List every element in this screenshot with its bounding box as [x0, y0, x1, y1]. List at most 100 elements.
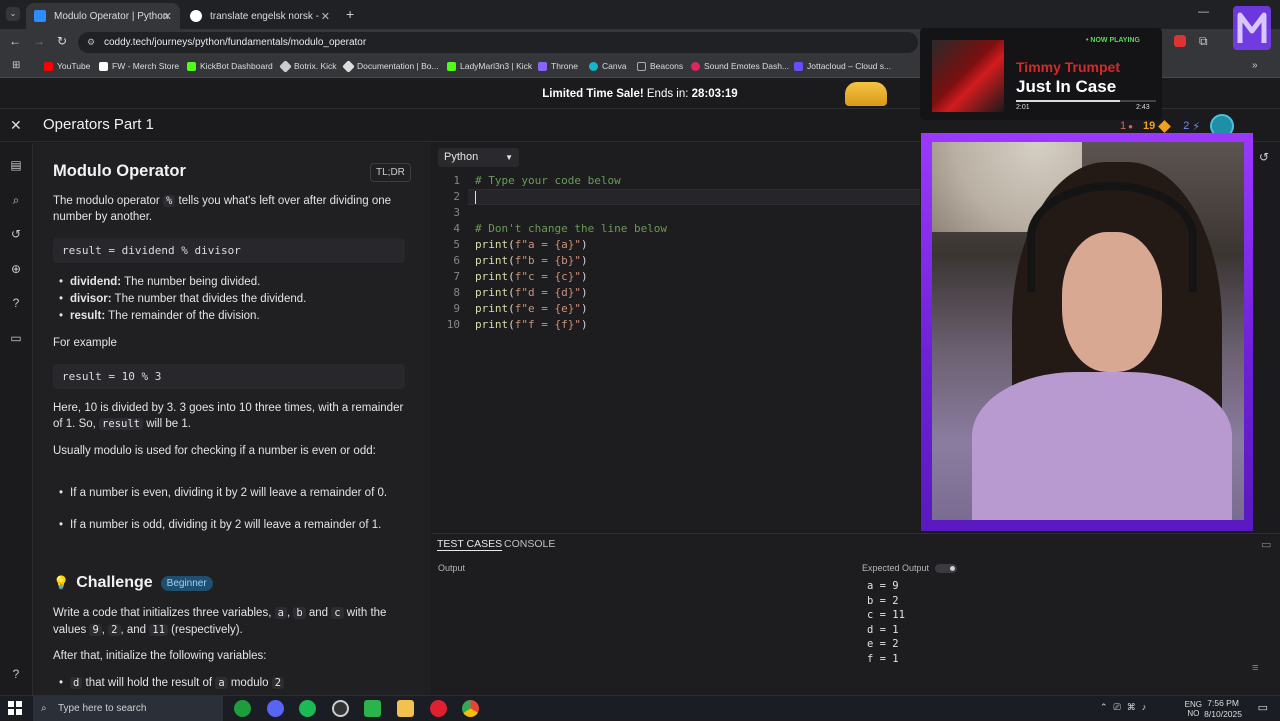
bookmark-kick[interactable]: LadyMarl3n3 | Kick — [447, 61, 532, 71]
help-circle-icon[interactable]: ? — [9, 667, 23, 681]
feedback-icon[interactable]: ▭ — [9, 331, 23, 345]
course-title: Operators Part 1 — [43, 116, 154, 133]
more-bookmarks-icon[interactable]: » — [1252, 60, 1258, 71]
mascot-icon — [845, 82, 887, 106]
site-info-icon[interactable]: ⚙ — [87, 32, 95, 53]
rule-odd: If a number is odd, dividing it by 2 wil… — [59, 518, 410, 534]
tab-list-chevron-icon[interactable]: ⌄ — [6, 7, 20, 21]
tab-test-cases[interactable]: TEST CASES — [437, 538, 502, 550]
xbox-app-icon[interactable] — [234, 700, 251, 717]
bookmark-youtube[interactable]: YouTube — [44, 61, 90, 71]
tab-translate[interactable]: translate engelsk norsk - Googl ✕ — [182, 3, 338, 29]
tab-console[interactable]: CONSOLE — [504, 538, 555, 550]
media-app-icon[interactable] — [364, 700, 381, 717]
total-time: 2:43 — [1136, 104, 1150, 111]
tldr-button[interactable]: TL;DR — [370, 163, 411, 182]
line-number: 10 — [446, 318, 460, 331]
coddy-favicon-icon — [34, 10, 46, 22]
kick-icon — [447, 61, 456, 71]
zoom-icon[interactable]: ⊕ — [9, 262, 23, 276]
url-field[interactable]: ⚙ coddy.tech/journeys/python/fundamental… — [78, 32, 918, 53]
line-content: print(f"f = {f}") — [475, 318, 588, 331]
song-progress-bar — [1016, 100, 1156, 102]
windows-start-icon[interactable] — [8, 701, 22, 715]
bookmark-botrix[interactable]: Botrix. Kick — [279, 59, 337, 73]
file-explorer-icon[interactable] — [397, 700, 414, 717]
expected-line: c = 11 — [867, 609, 905, 622]
apps-grid-icon[interactable]: ⊞ — [12, 60, 20, 71]
search-doc-icon[interactable]: ⌕ — [9, 193, 23, 207]
challenge-heading: 💡 Challenge Beginner — [53, 574, 213, 592]
extensions-puzzle-icon[interactable]: ⧉ — [1199, 34, 1208, 49]
line-number: 7 — [453, 270, 460, 283]
expected-line: a = 9 — [867, 580, 899, 592]
bookmark-sound-emotes[interactable]: Sound Emotes Dash... — [691, 61, 789, 71]
discord-app-icon[interactable] — [267, 700, 284, 717]
language-select[interactable]: Python ▼ — [438, 148, 519, 167]
panel-layout-icon[interactable]: ▭ — [1261, 538, 1271, 551]
line-number: 4 — [453, 222, 460, 235]
reset-code-icon[interactable]: ↺ — [1259, 150, 1269, 164]
active-line-highlight — [468, 189, 920, 205]
help-icon[interactable]: ? — [9, 296, 23, 310]
test-panel: TEST CASES CONSOLE ▭ Output Expected Out… — [432, 533, 1280, 695]
tab-modulo-operator[interactable]: Modulo Operator | Python ✕ — [26, 3, 180, 29]
menu-lines-icon[interactable]: ≡ — [1252, 662, 1258, 674]
bookmark-throne[interactable]: Throne — [538, 61, 578, 71]
back-icon[interactable]: ← — [9, 34, 21, 48]
bookmark-documentation[interactable]: Documentation | Bo... — [342, 59, 439, 73]
line-number: 5 — [453, 238, 460, 251]
term-divisor: divisor: The number that divides the div… — [59, 292, 410, 308]
expected-line: f = 1 — [867, 653, 899, 665]
diff-toggle[interactable] — [935, 563, 958, 573]
opera-app-icon[interactable] — [430, 700, 447, 717]
line-content: print(f"d = {d}") — [475, 286, 588, 299]
close-tab-icon[interactable]: ✕ — [321, 10, 330, 23]
close-tab-icon[interactable]: ✕ — [163, 10, 172, 23]
new-tab-icon[interactable]: + — [346, 6, 354, 22]
extension-icon[interactable] — [1174, 35, 1186, 47]
system-tray-icons[interactable]: ⌃⎚⌘♪ — [1100, 702, 1152, 713]
line-number: 1 — [453, 174, 460, 187]
code-editor[interactable]: Python ▼ 1 # Type your code below 2 3 4 # Don… — [432, 143, 920, 533]
youtube-icon — [44, 61, 53, 71]
forward-icon[interactable]: → — [33, 34, 45, 48]
now-playing-badge: • NOW PLAYING — [1086, 37, 1140, 44]
syntax-code-block: result = dividend % divisor — [53, 238, 405, 263]
language-indicator[interactable]: ENG NO — [1185, 700, 1202, 718]
taskbar-clock[interactable]: 7:56 PM 8/10/2025 — [1204, 698, 1242, 720]
bookmark-jottacloud[interactable]: Jottacloud – Cloud s... — [794, 61, 891, 71]
bookmark-canva[interactable]: Canva — [589, 61, 627, 71]
bookmark-beacons[interactable]: Beacons — [637, 61, 683, 71]
browser-tab-strip: ⌄ Modulo Operator | Python ✕ translate e… — [0, 0, 1280, 29]
challenge-paragraph: Write a code that initializes three vari… — [53, 607, 387, 636]
notifications-icon[interactable]: ▭ — [1258, 701, 1268, 714]
minimize-window-icon[interactable]: — — [1198, 6, 1209, 18]
obs-app-icon[interactable] — [332, 700, 349, 717]
sale-ends-label: Ends in: — [646, 88, 689, 100]
lesson-doc-icon[interactable]: ▤ — [9, 158, 23, 172]
kickbot-icon — [187, 61, 196, 71]
sale-countdown: 28:03:19 — [691, 88, 738, 100]
chrome-app-icon[interactable] — [462, 700, 479, 717]
beacons-icon — [637, 61, 646, 71]
text-caret — [475, 191, 476, 204]
stream-logo-icon — [1233, 6, 1271, 50]
lightbulb-icon: 💡 — [53, 575, 70, 590]
taskbar-search[interactable]: ⌕ Type here to search — [33, 696, 223, 721]
bolt-icon: ⚡ — [1192, 120, 1201, 133]
line-content: print(f"a = {a}") — [475, 238, 588, 251]
taskbar: ⌕ Type here to search ⌃⎚⌘♪ ENG NO 7:56 P… — [0, 695, 1280, 721]
bookmark-kickbot[interactable]: KickBot Dashboard — [187, 61, 273, 71]
line-content: print(f"c = {c}") — [475, 270, 588, 283]
close-lesson-icon[interactable]: ✕ — [10, 117, 22, 134]
tab-title: Modulo Operator | Python — [54, 10, 169, 22]
bookmark-fw-merch[interactable]: FW - Merch Store — [99, 61, 179, 71]
lesson-title: Modulo Operator — [53, 162, 186, 180]
album-art — [932, 40, 1004, 112]
elapsed-time: 2:01 — [1016, 104, 1030, 111]
reload-icon[interactable]: ↻ — [57, 34, 67, 48]
spotify-app-icon[interactable] — [299, 700, 316, 717]
webcam-person-sweater — [972, 372, 1232, 520]
history-icon[interactable]: ↺ — [9, 227, 23, 241]
